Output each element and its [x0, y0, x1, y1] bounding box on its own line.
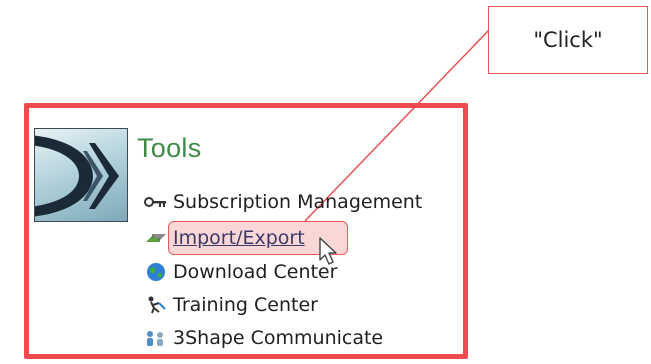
training-center-label: Training Center [173, 294, 318, 316]
click-callout: "Click" [488, 6, 648, 74]
import-export-link[interactable]: Import/Export [143, 225, 305, 251]
globe-icon [143, 261, 169, 283]
download-center-link[interactable]: Download Center [143, 259, 337, 285]
subscription-management-link[interactable]: Subscription Management [143, 189, 422, 215]
subscription-management-label: Subscription Management [173, 191, 423, 213]
3shape-communicate-label: 3Shape Communicate [173, 327, 384, 349]
import-export-icon [143, 227, 169, 249]
download-center-label: Download Center [173, 261, 338, 283]
key-icon [143, 191, 169, 213]
training-center-link[interactable]: Training Center [143, 292, 318, 318]
communicate-icon [143, 327, 169, 349]
3shape-logo-icon [34, 128, 128, 222]
tools-title: Tools [137, 133, 202, 163]
training-icon [143, 294, 169, 316]
mouse-cursor-icon [319, 237, 337, 265]
import-export-label: Import/Export [173, 227, 305, 249]
callout-text: "Click" [533, 28, 603, 52]
3shape-communicate-link[interactable]: 3Shape Communicate [143, 325, 383, 351]
